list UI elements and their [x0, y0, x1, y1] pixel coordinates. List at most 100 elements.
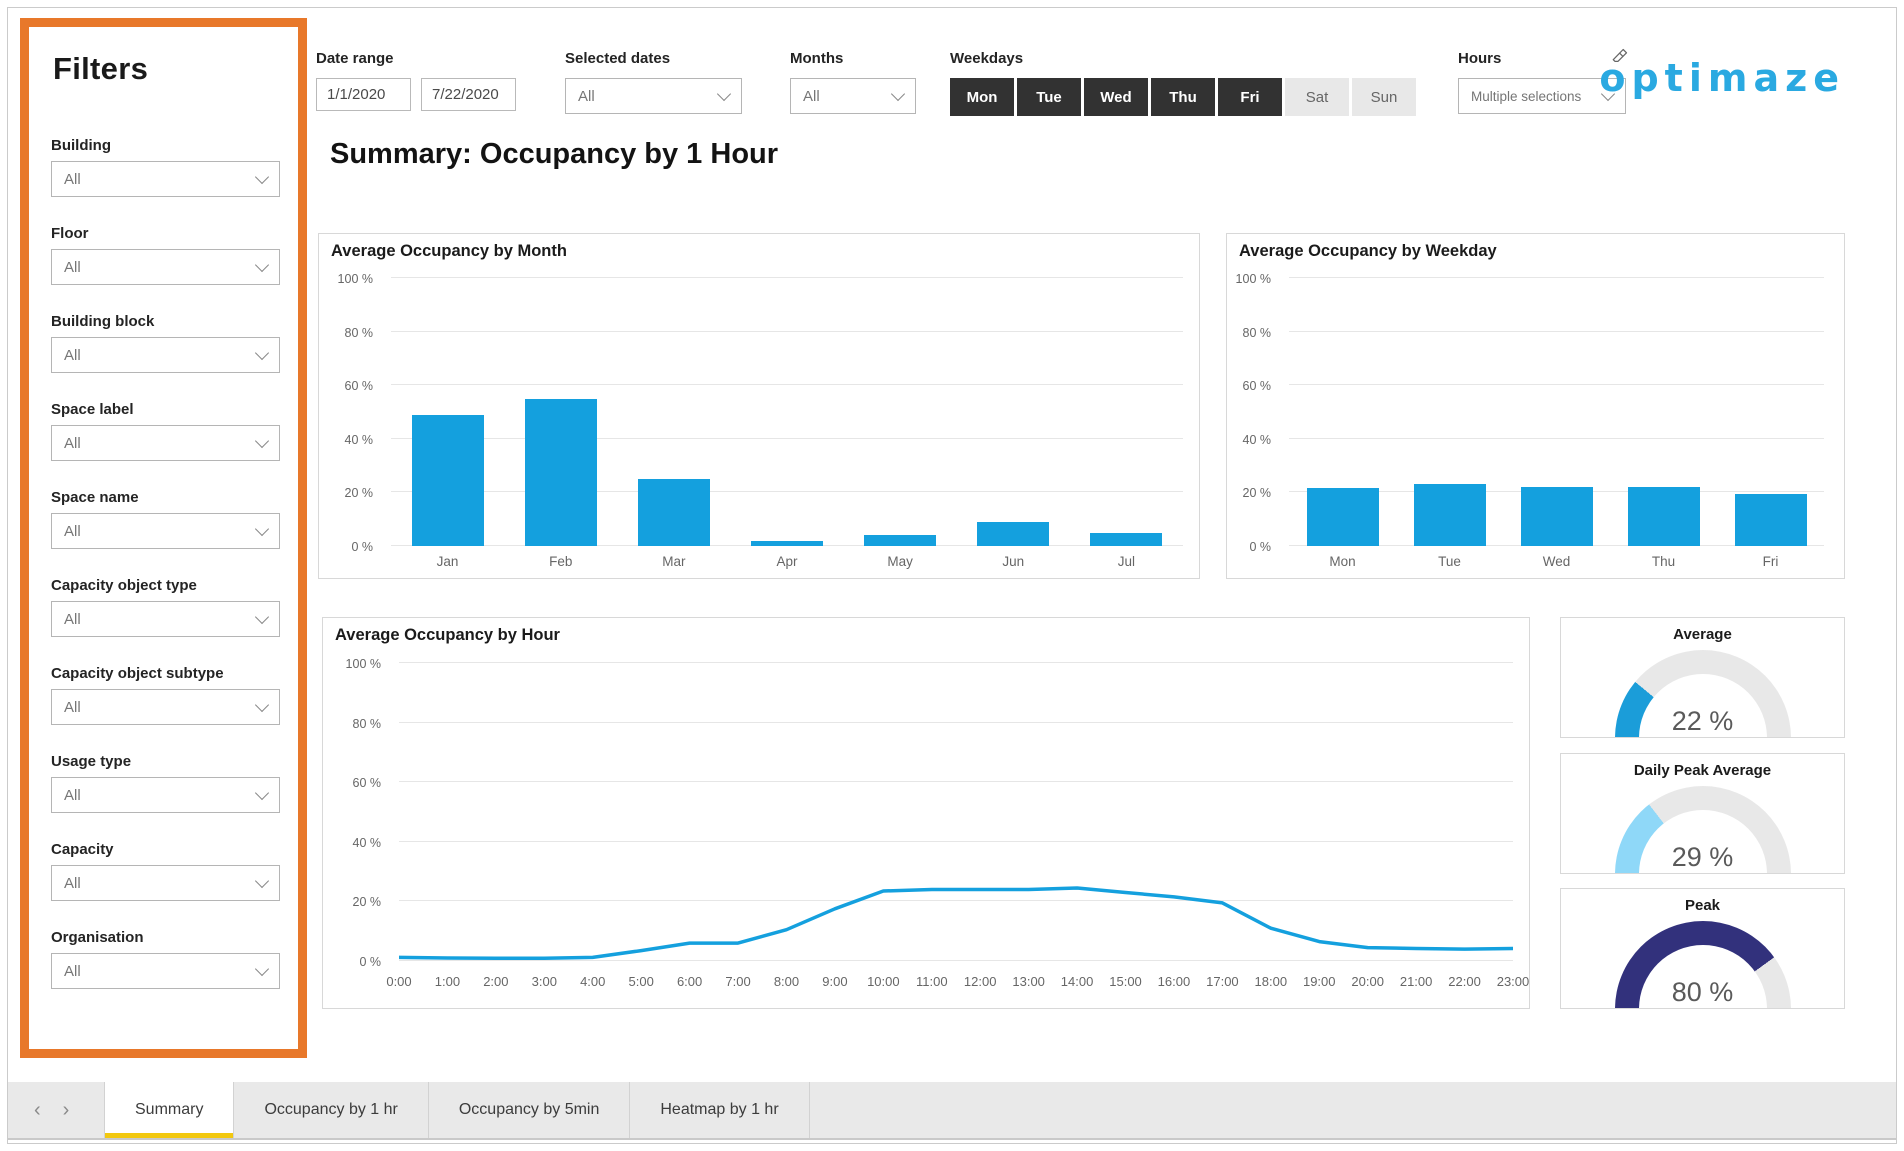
bar-apr[interactable]	[751, 541, 823, 546]
x-axis-tick: 11:00	[916, 974, 948, 989]
bar-jun[interactable]	[977, 522, 1049, 546]
chevron-down-icon	[255, 697, 269, 711]
filter-label: Building block	[51, 313, 280, 330]
x-axis-tick: Mon	[1329, 554, 1355, 569]
filter-label: Capacity object subtype	[51, 665, 280, 682]
filter-group-floor: FloorAll	[51, 225, 280, 285]
page-title: Summary: Occupancy by 1 Hour	[330, 138, 778, 171]
filter-dropdown[interactable]: All	[51, 425, 280, 461]
y-axis-tick: 20 %	[353, 895, 382, 909]
x-axis-tick: Fri	[1763, 554, 1779, 569]
filter-dropdown[interactable]: All	[51, 777, 280, 813]
date-end-input[interactable]: 7/22/2020	[421, 78, 516, 111]
y-axis-tick: 40 %	[345, 433, 374, 447]
x-axis-tick: 21:00	[1400, 974, 1433, 989]
filter-label: Usage type	[51, 753, 280, 770]
y-axis-tick: 20 %	[1243, 486, 1272, 500]
months-dropdown[interactable]: All	[790, 78, 916, 114]
weekday-button-thu[interactable]: Thu	[1151, 78, 1215, 116]
bar-thu[interactable]	[1628, 487, 1700, 546]
filter-value: All	[64, 699, 81, 716]
filter-value: All	[64, 259, 81, 276]
x-axis-tick: 10:00	[867, 974, 900, 989]
gauge-value: 80 %	[1672, 977, 1734, 1008]
occupancy-line-series[interactable]	[399, 663, 1513, 961]
selected-dates-label: Selected dates	[565, 50, 742, 67]
x-axis-tick: 2:00	[483, 974, 508, 989]
filter-value: All	[64, 787, 81, 804]
filter-dropdown[interactable]: All	[51, 513, 280, 549]
tab-occupancy-by-1-hr[interactable]: Occupancy by 1 hr	[234, 1082, 428, 1138]
y-axis-tick: 80 %	[345, 326, 374, 340]
filter-value: All	[64, 435, 81, 452]
gridline	[391, 384, 1183, 385]
chart-avg-occupancy-by-month: Average Occupancy by Month 0 %20 %40 %60…	[318, 233, 1200, 579]
chart-avg-occupancy-by-hour: Average Occupancy by Hour 0 %20 %40 %60 …	[322, 617, 1530, 1009]
filter-dropdown[interactable]: All	[51, 953, 280, 989]
filter-group-capacity-object-type: Capacity object typeAll	[51, 577, 280, 637]
weekday-button-mon[interactable]: Mon	[950, 78, 1014, 116]
x-axis-tick: 17:00	[1206, 974, 1239, 989]
weekday-button-sun[interactable]: Sun	[1352, 78, 1416, 116]
filter-value: All	[64, 875, 81, 892]
chevron-down-icon	[255, 785, 269, 799]
x-axis-tick: 19:00	[1303, 974, 1336, 989]
filter-dropdown[interactable]: All	[51, 865, 280, 901]
gridline	[391, 438, 1183, 439]
selected-dates-dropdown[interactable]: All	[565, 78, 742, 114]
weekday-button-sat[interactable]: Sat	[1285, 78, 1349, 116]
gridline	[1289, 331, 1824, 332]
x-axis-tick: Mar	[662, 554, 685, 569]
bar-wed[interactable]	[1521, 487, 1593, 546]
tab-occupancy-by-5min[interactable]: Occupancy by 5min	[429, 1082, 631, 1138]
gauge-title: Peak	[1561, 897, 1844, 914]
date-range-field: Date range 1/1/2020 7/22/2020	[316, 50, 526, 111]
filter-dropdown[interactable]: All	[51, 249, 280, 285]
filter-dropdown[interactable]: All	[51, 601, 280, 637]
x-axis-tick: 4:00	[580, 974, 605, 989]
x-axis-tick: 6:00	[677, 974, 702, 989]
chevron-down-icon	[255, 257, 269, 271]
chevron-down-icon	[255, 521, 269, 535]
chart-title: Average Occupancy by Hour	[335, 626, 560, 645]
chevron-down-icon	[255, 609, 269, 623]
y-axis-tick: 80 %	[353, 717, 382, 731]
bar-may[interactable]	[864, 535, 936, 546]
bar-tue[interactable]	[1414, 484, 1486, 546]
chart-title: Average Occupancy by Weekday	[1239, 242, 1497, 261]
x-axis-tick: Jun	[1002, 554, 1024, 569]
active-tab-underline	[105, 1133, 233, 1138]
filter-value: All	[64, 963, 81, 980]
filter-dropdown[interactable]: All	[51, 689, 280, 725]
date-start-input[interactable]: 1/1/2020	[316, 78, 411, 111]
tab-prev-icon[interactable]: ‹	[34, 1100, 41, 1120]
gauge: 22 %	[1615, 650, 1791, 738]
bar-mon[interactable]	[1307, 488, 1379, 546]
filter-dropdown[interactable]: All	[51, 337, 280, 373]
gauge: 80 %	[1615, 921, 1791, 1009]
gridline	[1289, 277, 1824, 278]
weekday-button-wed[interactable]: Wed	[1084, 78, 1148, 116]
weekday-button-fri[interactable]: Fri	[1218, 78, 1282, 116]
tab-summary[interactable]: Summary	[104, 1082, 234, 1138]
y-axis-tick: 40 %	[353, 836, 382, 850]
tab-next-icon[interactable]: ›	[63, 1100, 70, 1120]
bar-jul[interactable]	[1090, 533, 1162, 546]
bar-jan[interactable]	[412, 415, 484, 546]
gauge-daily-peak-average: Daily Peak Average 29 %	[1560, 753, 1845, 874]
y-axis-tick: 0 %	[1249, 540, 1271, 554]
gauge: 29 %	[1615, 786, 1791, 874]
bar-mar[interactable]	[638, 479, 710, 546]
x-axis-tick: 16:00	[1158, 974, 1191, 989]
bar-fri[interactable]	[1735, 494, 1807, 546]
filter-group-building: BuildingAll	[51, 137, 280, 197]
chevron-down-icon	[255, 873, 269, 887]
tab-heatmap-by-1-hr[interactable]: Heatmap by 1 hr	[630, 1082, 809, 1138]
plot-area	[391, 278, 1183, 546]
bar-feb[interactable]	[525, 399, 597, 546]
date-range-label: Date range	[316, 50, 526, 67]
filters-title: Filters	[53, 51, 280, 87]
weekday-button-tue[interactable]: Tue	[1017, 78, 1081, 116]
filter-dropdown[interactable]: All	[51, 161, 280, 197]
y-axis-tick: 100 %	[346, 657, 381, 671]
